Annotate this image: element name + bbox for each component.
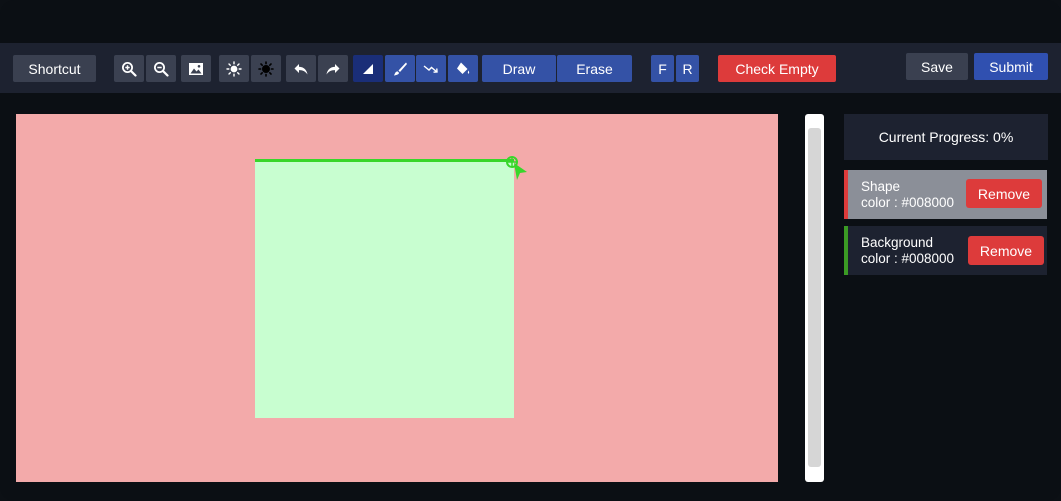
fill-bucket-icon <box>457 62 470 74</box>
draw-button[interactable]: Draw <box>482 55 556 82</box>
brightness-up-button[interactable] <box>219 55 249 82</box>
image-button[interactable] <box>181 55 211 82</box>
remove-background-button[interactable]: Remove <box>968 236 1044 265</box>
undo-icon <box>294 63 308 74</box>
shortcut-button[interactable]: Shortcut <box>13 55 96 82</box>
submit-label: Submit <box>989 58 1033 75</box>
layer-label: Shape color : #008000 <box>861 179 954 211</box>
cursor-pointer-icon <box>506 156 527 180</box>
zoom-in-button[interactable] <box>114 55 144 82</box>
sun-icon <box>226 60 242 77</box>
erase-button[interactable]: Erase <box>557 55 632 82</box>
layer-name: Background <box>861 234 934 250</box>
erase-label: Erase <box>576 60 613 77</box>
save-button[interactable]: Save <box>906 53 968 80</box>
r-button[interactable]: R <box>676 55 699 82</box>
draw-label: Draw <box>502 60 536 77</box>
line-tool-button[interactable] <box>416 55 446 82</box>
toolbar: Shortcut Draw Erase F R Check Empty Save… <box>0 43 1061 93</box>
layer-item-background[interactable]: Background color : #008000 Remove <box>844 226 1047 275</box>
layer-item-shape[interactable]: Shape color : #008000 Remove <box>844 170 1047 219</box>
redo-button[interactable] <box>318 55 348 82</box>
polygon-icon <box>363 63 373 74</box>
image-icon <box>189 62 203 75</box>
remove-label: Remove <box>979 242 1033 259</box>
zoom-out-icon <box>154 61 169 77</box>
scrollbar-thumb[interactable] <box>808 128 821 467</box>
check-empty-button[interactable]: Check Empty <box>718 55 836 82</box>
r-label: R <box>682 60 693 77</box>
layer-color: color : #008000 <box>861 250 955 266</box>
f-button[interactable]: F <box>651 55 674 82</box>
f-label: F <box>658 60 667 77</box>
sun-dark-icon <box>258 60 274 77</box>
undo-button[interactable] <box>286 55 316 82</box>
brush-icon <box>394 62 407 75</box>
drawing-canvas[interactable] <box>16 114 778 482</box>
remove-label: Remove <box>977 185 1031 202</box>
progress-text: Current Progress: 0% <box>878 129 1014 145</box>
polygon-edge <box>255 159 514 162</box>
save-label: Save <box>921 58 953 75</box>
polygon-tool-button[interactable] <box>353 55 383 82</box>
layer-name: Shape <box>861 178 901 194</box>
shortcut-label: Shortcut <box>28 60 81 77</box>
submit-button[interactable]: Submit <box>974 53 1048 80</box>
zoom-out-button[interactable] <box>146 55 176 82</box>
line-icon <box>423 64 438 73</box>
check-empty-label: Check Empty <box>735 60 819 77</box>
progress-panel: Current Progress: 0% <box>844 114 1048 160</box>
polygon-shape[interactable] <box>255 160 514 418</box>
layer-label: Background color : #008000 <box>861 235 954 267</box>
redo-icon <box>326 63 340 74</box>
canvas-scrollbar[interactable] <box>805 114 824 482</box>
zoom-in-icon <box>122 61 137 77</box>
fill-tool-button[interactable] <box>448 55 478 82</box>
remove-shape-button[interactable]: Remove <box>966 179 1042 208</box>
brightness-down-button[interactable] <box>251 55 281 82</box>
app-window: Shortcut Draw Erase F R Check Empty Save… <box>0 0 1061 501</box>
layer-color: color : #008000 <box>861 194 955 210</box>
brush-tool-button[interactable] <box>385 55 415 82</box>
